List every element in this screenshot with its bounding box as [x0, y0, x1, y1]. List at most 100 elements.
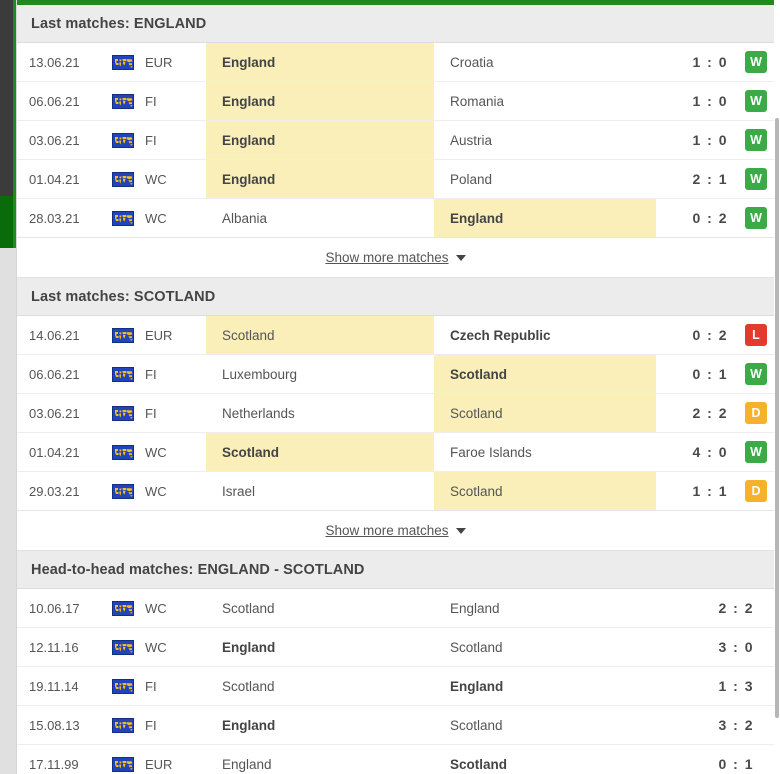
away-team-cell[interactable]: Poland — [434, 160, 656, 198]
table-row[interactable]: 14.06.21 EUR Scotland Czech Republic 0 : 2 L — [17, 316, 774, 355]
table-row[interactable]: 06.06.21 FI Luxembourg Scotland 0 : 1 W — [17, 355, 774, 394]
result-cell: D — [738, 472, 774, 510]
competition-label: FI — [145, 93, 157, 109]
competition-icon-cell — [105, 316, 141, 354]
match-date: 10.06.17 — [29, 600, 80, 616]
away-team-cell[interactable]: Scotland — [434, 706, 692, 744]
home-team-cell[interactable]: England — [206, 745, 434, 774]
result-cell: W — [738, 43, 774, 81]
section-header: Last matches: ENGLAND — [17, 5, 774, 43]
away-team-name: Scotland — [450, 756, 508, 772]
match-score: 1 : 3 — [718, 678, 754, 694]
section-title: Head-to-head matches: ENGLAND - SCOTLAND — [31, 561, 365, 578]
world-map-icon — [112, 405, 134, 421]
away-team-cell[interactable]: Scotland — [434, 628, 692, 666]
status-badge: W — [745, 129, 767, 151]
status-badge: W — [745, 441, 767, 463]
world-map-icon — [112, 54, 134, 70]
match-date: 03.06.21 — [29, 405, 80, 421]
home-team-name: England — [222, 717, 276, 733]
home-team-cell[interactable]: England — [206, 160, 434, 198]
home-team-cell[interactable]: Scotland — [206, 589, 434, 627]
away-team-cell[interactable]: Czech Republic — [434, 316, 656, 354]
away-team-cell[interactable]: England — [434, 667, 692, 705]
away-team-cell[interactable]: Scotland — [434, 745, 692, 774]
show-more-matches-button[interactable]: Show more matches — [17, 511, 774, 551]
competition-icon-cell — [105, 43, 141, 81]
competition-icon-cell — [105, 355, 141, 393]
away-team-name: Scotland — [450, 639, 503, 655]
match-rows: 10.06.17 WC Scotland England 2 : 2 12.11.16 WC… — [17, 589, 774, 774]
home-team-name: Albania — [222, 210, 268, 226]
away-team-cell[interactable]: Scotland — [434, 472, 656, 510]
status-badge: W — [745, 51, 767, 73]
show-more-matches-button[interactable]: Show more matches — [17, 238, 774, 278]
home-team-cell[interactable]: Israel — [206, 472, 434, 510]
home-team-cell[interactable]: England — [206, 82, 434, 120]
home-team-name: Netherlands — [222, 405, 295, 421]
competition-label: FI — [145, 366, 157, 382]
home-team-cell[interactable]: Scotland — [206, 316, 434, 354]
home-team-cell[interactable]: Netherlands — [206, 394, 434, 432]
home-team-name: England — [222, 93, 276, 109]
table-row[interactable]: 06.06.21 FI England Romania 1 : 0 W — [17, 82, 774, 121]
away-team-cell[interactable]: Romania — [434, 82, 656, 120]
home-team-cell[interactable]: Scotland — [206, 433, 434, 471]
home-team-cell[interactable]: England — [206, 628, 434, 666]
home-team-cell[interactable]: England — [206, 43, 434, 81]
competition-label: WC — [145, 444, 167, 460]
right-scrollbar-thumb[interactable] — [775, 118, 779, 718]
table-row[interactable]: 13.06.21 EUR England Croatia 1 : 0 W — [17, 43, 774, 82]
section-title: Last matches: ENGLAND — [31, 15, 207, 32]
match-date: 29.03.21 — [29, 483, 80, 499]
home-team-cell[interactable]: Scotland — [206, 667, 434, 705]
matches-panel: Last matches: ENGLAND 13.06.21 EUR England C… — [16, 0, 774, 774]
match-score: 1 : 1 — [692, 483, 728, 499]
left-scrollbar-track-lower[interactable] — [0, 196, 13, 248]
away-team-cell[interactable]: Scotland — [434, 394, 656, 432]
table-row[interactable]: 03.06.21 FI England Austria 1 : 0 W — [17, 121, 774, 160]
away-team-cell[interactable]: Scotland — [434, 355, 656, 393]
away-team-cell[interactable]: England — [434, 589, 692, 627]
away-team-cell[interactable]: Faroe Islands — [434, 433, 656, 471]
table-row[interactable]: 12.11.16 WC England Scotland 3 : 0 — [17, 628, 774, 667]
home-team-name: England — [222, 54, 276, 70]
competition-label: FI — [145, 405, 157, 421]
home-team-cell[interactable]: Albania — [206, 199, 434, 237]
table-row[interactable]: 29.03.21 WC Israel Scotland 1 : 1 D — [17, 472, 774, 511]
table-row[interactable]: 01.04.21 WC England Poland 2 : 1 W — [17, 160, 774, 199]
table-row[interactable]: 19.11.14 FI Scotland England 1 : 3 — [17, 667, 774, 706]
right-scrollbar[interactable] — [774, 0, 780, 774]
match-score: 4 : 0 — [692, 444, 728, 460]
table-row[interactable]: 01.04.21 WC Scotland Faroe Islands 4 : 0 W — [17, 433, 774, 472]
competition-icon-cell — [105, 121, 141, 159]
away-team-name: Faroe Islands — [450, 444, 532, 460]
world-map-icon — [112, 444, 134, 460]
home-team-cell[interactable]: England — [206, 121, 434, 159]
competition-label: FI — [145, 717, 157, 733]
match-date: 12.11.16 — [29, 639, 79, 655]
section-last-matches-england: Last matches: ENGLAND 13.06.21 EUR England C… — [17, 5, 774, 278]
table-row[interactable]: 03.06.21 FI Netherlands Scotland 2 : 2 D — [17, 394, 774, 433]
home-team-cell[interactable]: England — [206, 706, 434, 744]
world-map-icon — [112, 327, 134, 343]
status-badge: D — [745, 480, 767, 502]
away-team-name: England — [450, 600, 500, 616]
home-team-name: Israel — [222, 483, 256, 499]
table-row[interactable]: 17.11.99 EUR England Scotland 0 : 1 — [17, 745, 774, 774]
competition-icon-cell — [105, 706, 141, 744]
table-row[interactable]: 10.06.17 WC Scotland England 2 : 2 — [17, 589, 774, 628]
away-team-name: England — [450, 210, 504, 226]
table-row[interactable]: 15.08.13 FI England Scotland 3 : 2 — [17, 706, 774, 745]
world-map-icon — [112, 756, 134, 772]
left-scrollbar[interactable] — [0, 0, 16, 774]
competition-label: FI — [145, 678, 157, 694]
left-scrollbar-thumb[interactable] — [0, 0, 13, 196]
competition-icon-cell — [105, 394, 141, 432]
table-row[interactable]: 28.03.21 WC Albania England 0 : 2 W — [17, 199, 774, 238]
away-team-cell[interactable]: Austria — [434, 121, 656, 159]
home-team-cell[interactable]: Luxembourg — [206, 355, 434, 393]
match-score: 1 : 0 — [692, 93, 728, 109]
away-team-cell[interactable]: England — [434, 199, 656, 237]
away-team-cell[interactable]: Croatia — [434, 43, 656, 81]
